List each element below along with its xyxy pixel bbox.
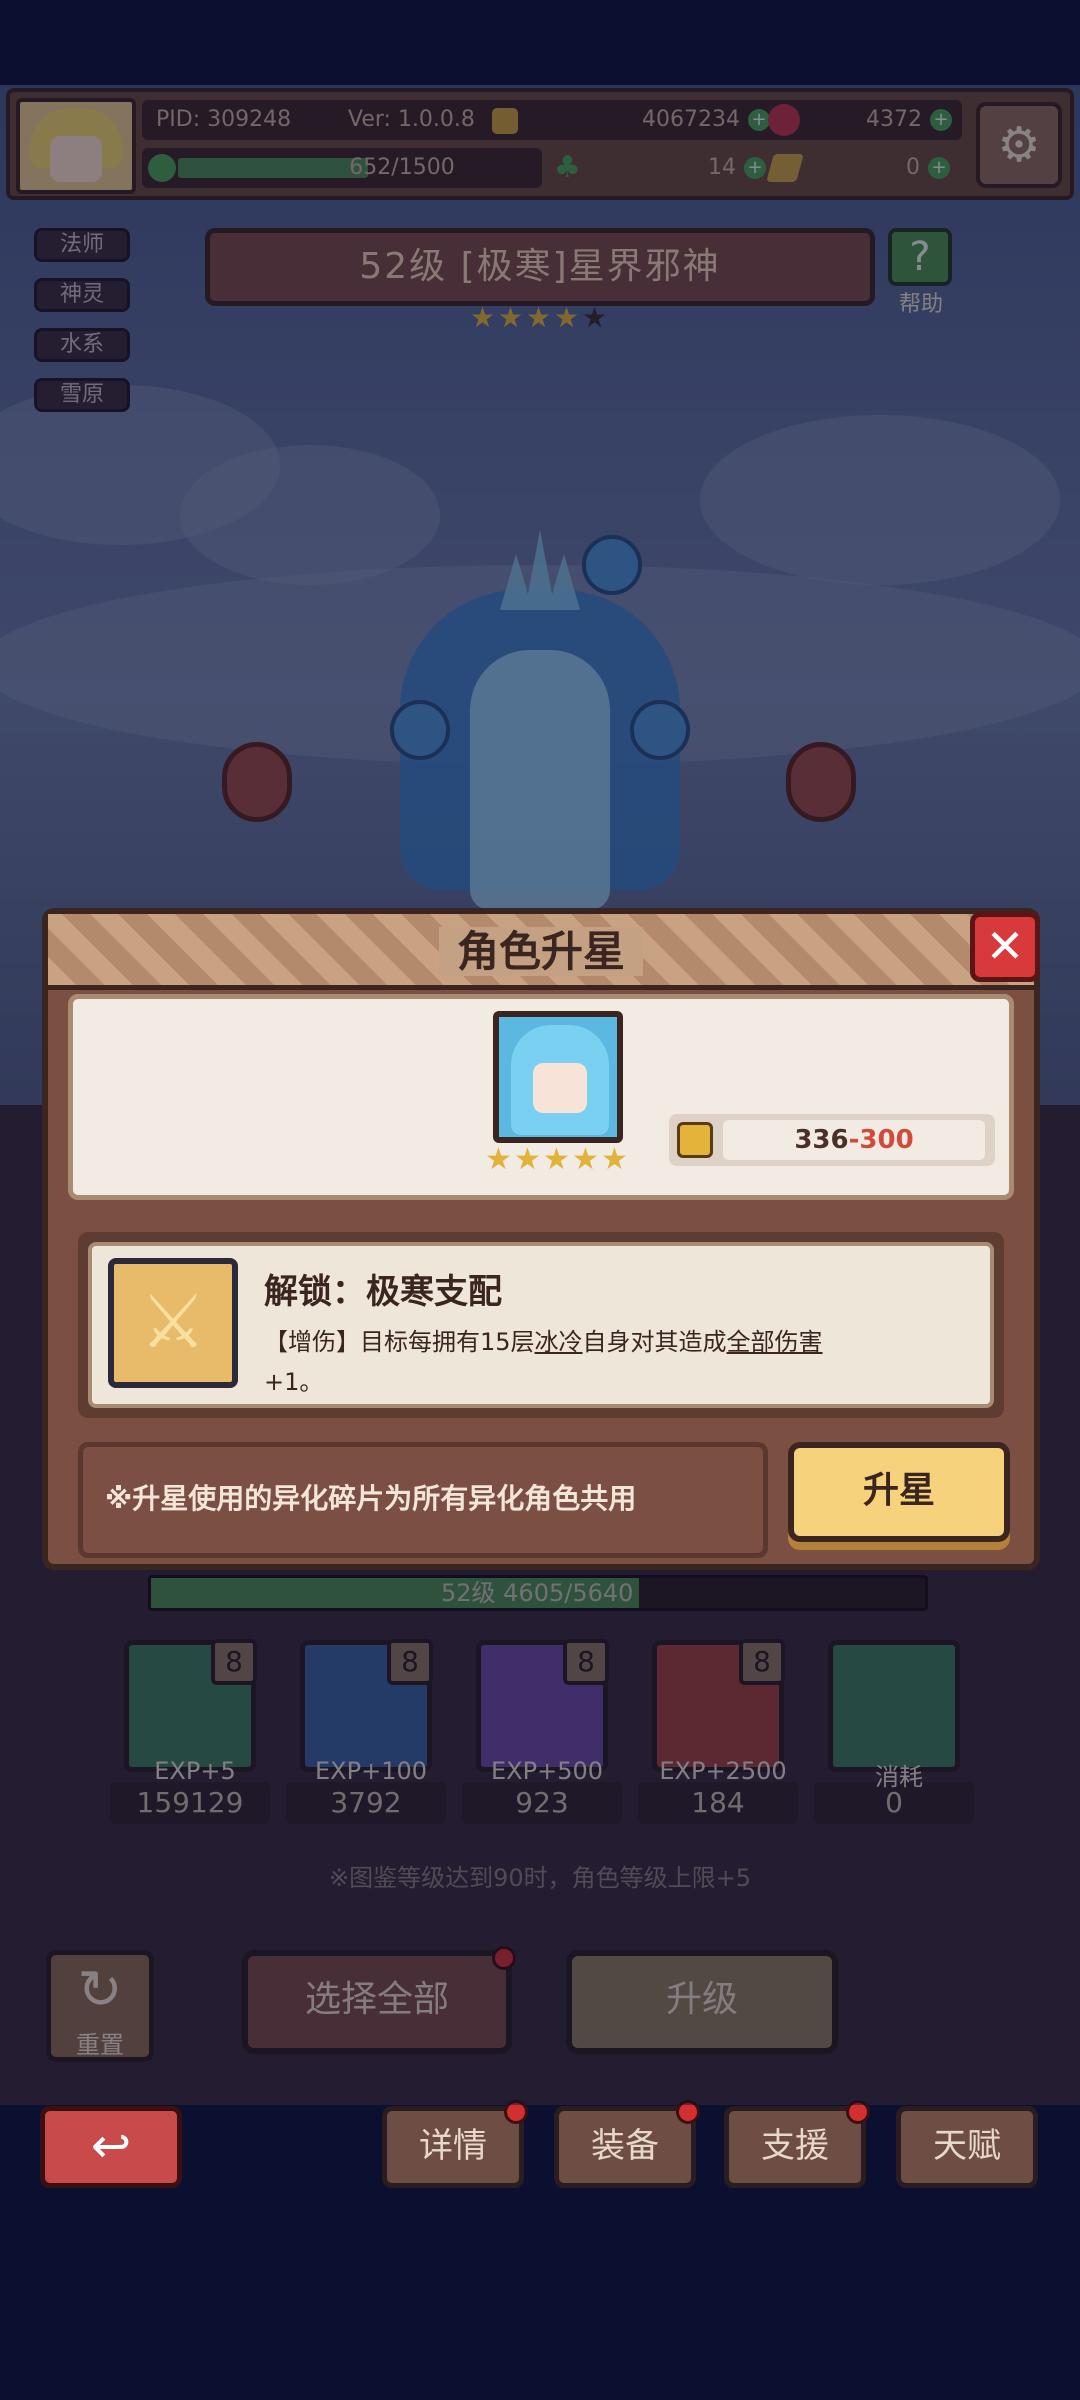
star-icon: ★ [601, 1142, 628, 1177]
shard-count: 336-300 [723, 1120, 985, 1160]
desc-text: 【增伤】目标每拥有15层 [264, 1328, 535, 1356]
dialog-title-bar: 角色升星 [48, 914, 1034, 990]
character-portrait [493, 1011, 623, 1143]
star-icon: ★ [485, 1142, 512, 1177]
star-up-dialog: 角色升星 ✕ ★ ★ ★ ★ ★ 336-300 ⚔ 解锁：极寒支配 【增伤】目… [42, 908, 1040, 1570]
unlock-description: 【增伤】目标每拥有15层冰冷自身对其造成全部伤害 +1。 [264, 1322, 980, 1402]
star-up-info-panel: ★ ★ ★ ★ ★ 336-300 [68, 994, 1014, 1200]
unlock-skill-panel: ⚔ 解锁：极寒支配 【增伤】目标每拥有15层冰冷自身对其造成全部伤害 +1。 [78, 1232, 1004, 1418]
keyword-link[interactable]: 全部伤害 [727, 1328, 823, 1356]
close-icon[interactable]: ✕ [970, 912, 1040, 982]
shard-have: 336 [794, 1125, 849, 1155]
shard-requirement: 336-300 [669, 1114, 995, 1166]
nav-support-button[interactable]: 支援 [724, 2106, 866, 2188]
shard-need: 300 [859, 1125, 914, 1155]
unlock-title: 解锁：极寒支配 [264, 1272, 502, 1312]
sword-icon: ⚔ [108, 1258, 238, 1388]
shard-note: ※升星使用的异化碎片为所有异化角色共用 [78, 1442, 768, 1558]
shard-icon [677, 1122, 713, 1158]
keyword-link[interactable]: 冰冷 [535, 1328, 583, 1356]
game-screen: { "header": { "pid": "PID: 309248", "ver… [0, 0, 1080, 2400]
star-icon: ★ [514, 1142, 541, 1177]
dialog-title: 角色升星 [438, 927, 643, 976]
unlock-skill-card: ⚔ 解锁：极寒支配 【增伤】目标每拥有15层冰冷自身对其造成全部伤害 +1。 [88, 1242, 994, 1408]
nav-details-button[interactable]: 详情 [382, 2106, 524, 2188]
nav-talent-button[interactable]: 天赋 [896, 2106, 1038, 2188]
star-up-button[interactable]: 升星 [788, 1442, 1010, 1542]
star-icon: ★ [572, 1142, 599, 1177]
bottom-spacer [0, 2210, 1080, 2400]
desc-text: 自身对其造成 [582, 1328, 727, 1356]
portrait-star-rating: ★ ★ ★ ★ ★ [485, 1145, 630, 1175]
desc-text: +1。 [264, 1368, 324, 1396]
nav-equipment-button[interactable]: 装备 [554, 2106, 696, 2188]
star-icon: ★ [543, 1142, 570, 1177]
shard-separator: - [848, 1125, 860, 1155]
back-button[interactable]: ↩ [40, 2106, 182, 2188]
